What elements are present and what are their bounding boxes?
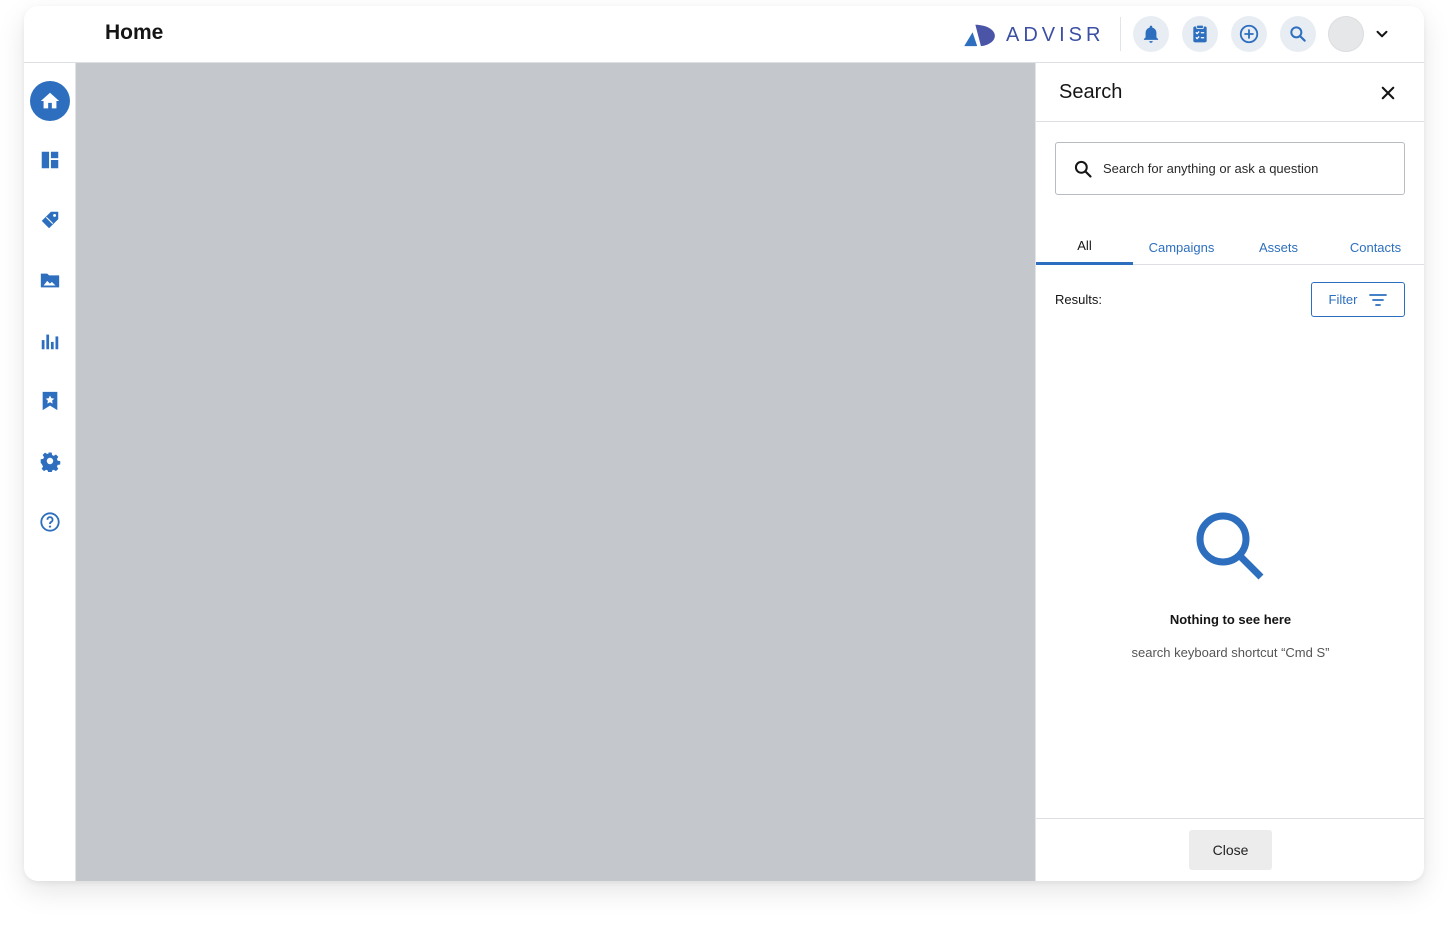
filter-icon [1369, 293, 1388, 306]
tab-campaigns[interactable]: Campaigns [1133, 223, 1230, 265]
create-button[interactable] [1231, 16, 1267, 52]
bar-chart-icon [41, 334, 59, 350]
sidebar-item-reports[interactable] [30, 321, 70, 361]
sidebar-item-assets[interactable] [30, 260, 70, 300]
avatar[interactable] [1328, 16, 1364, 52]
brand-name: ADVISR [1006, 23, 1105, 46]
search-panel-footer: Close [1036, 818, 1424, 881]
tasks-button[interactable] [1182, 16, 1218, 52]
sidebar-item-home[interactable] [30, 81, 70, 121]
tab-contacts[interactable]: Contacts [1327, 223, 1424, 265]
search-icon [1290, 26, 1306, 42]
tag-icon [41, 211, 59, 229]
sidebar-item-dashboard[interactable] [30, 140, 70, 180]
search-input[interactable] [1103, 161, 1403, 176]
filter-label: Filter [1328, 292, 1358, 307]
sidebar-item-favorites[interactable] [30, 381, 70, 421]
close-icon [1381, 86, 1395, 100]
empty-search-icon [1196, 512, 1264, 580]
advisr-logo-icon [964, 24, 995, 47]
gear-icon [40, 452, 61, 472]
modal-overlay[interactable] [76, 63, 1035, 881]
sidebar-item-campaigns[interactable] [30, 200, 70, 240]
notifications-icon [1143, 25, 1159, 43]
image-folder-icon [40, 273, 60, 288]
results-label: Results: [1055, 292, 1102, 307]
dashboard-icon [41, 151, 59, 169]
app-window: Home ADVISR Search Search for anything o… [24, 6, 1424, 881]
sidebar-item-help[interactable] [30, 502, 70, 542]
tasks-clipboard-icon [1193, 24, 1207, 43]
close-panel-button[interactable] [1377, 82, 1399, 104]
close-button[interactable]: Close [1189, 830, 1272, 870]
search-tabs: All Campaigns Assets Contacts [1036, 223, 1424, 265]
search-button[interactable] [1280, 16, 1316, 52]
add-circle-icon [1239, 24, 1259, 44]
filter-button[interactable]: Filter [1311, 282, 1405, 317]
search-panel-header: Search [1036, 63, 1424, 122]
sidebar-item-settings[interactable] [30, 441, 70, 481]
top-bar: Home ADVISR [24, 6, 1424, 63]
help-circle-icon [40, 512, 60, 532]
search-panel-title: Search [1059, 81, 1123, 103]
search-field[interactable] [1055, 142, 1405, 195]
search-panel: Search All Campaigns Assets Contacts Res… [1035, 63, 1424, 881]
empty-state-title: Nothing to see here [1169, 612, 1292, 627]
sidebar [24, 6, 76, 881]
tab-all[interactable]: All [1036, 223, 1133, 265]
chevron-down-icon[interactable] [1373, 25, 1391, 43]
empty-state-subtitle: search keyboard shortcut “Cmd S” [1131, 645, 1330, 660]
notifications-button[interactable] [1133, 16, 1169, 52]
header-divider [1120, 17, 1121, 51]
search-icon [1074, 160, 1092, 178]
bookmark-star-icon [42, 391, 58, 411]
page-title: Home [105, 21, 164, 44]
home-icon [40, 92, 60, 109]
brand-logo: ADVISR [962, 22, 1104, 48]
tab-assets[interactable]: Assets [1230, 223, 1327, 265]
